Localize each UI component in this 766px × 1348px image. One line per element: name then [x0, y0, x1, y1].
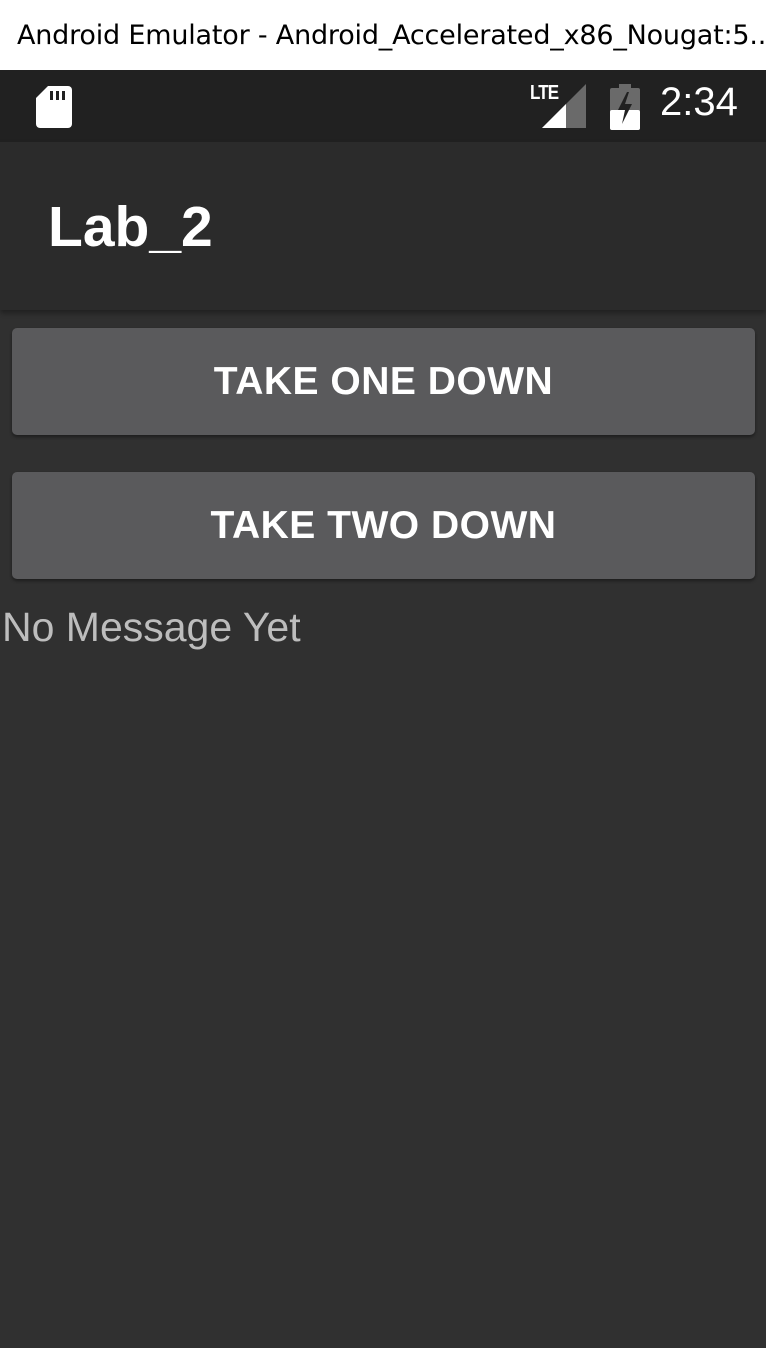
sd-card-icon	[36, 86, 72, 128]
take-one-down-button[interactable]: TAKE ONE DOWN	[12, 328, 755, 435]
status-clock: 2:34	[660, 80, 738, 124]
take-two-down-button[interactable]: TAKE TWO DOWN	[12, 472, 755, 579]
emulator-window-titlebar: Android Emulator - Android_Accelerated_x…	[0, 0, 766, 70]
window-title: Android Emulator - Android_Accelerated_x…	[17, 19, 766, 51]
battery-charging-icon	[610, 84, 640, 130]
app-title: Lab_2	[48, 195, 213, 259]
network-type-label: LTE	[530, 82, 559, 104]
message-text: No Message Yet	[2, 604, 301, 650]
app-bar: Lab_2	[0, 142, 766, 310]
status-bar: LTE 2:34	[0, 70, 766, 142]
lte-signal-icon: LTE	[530, 82, 588, 128]
